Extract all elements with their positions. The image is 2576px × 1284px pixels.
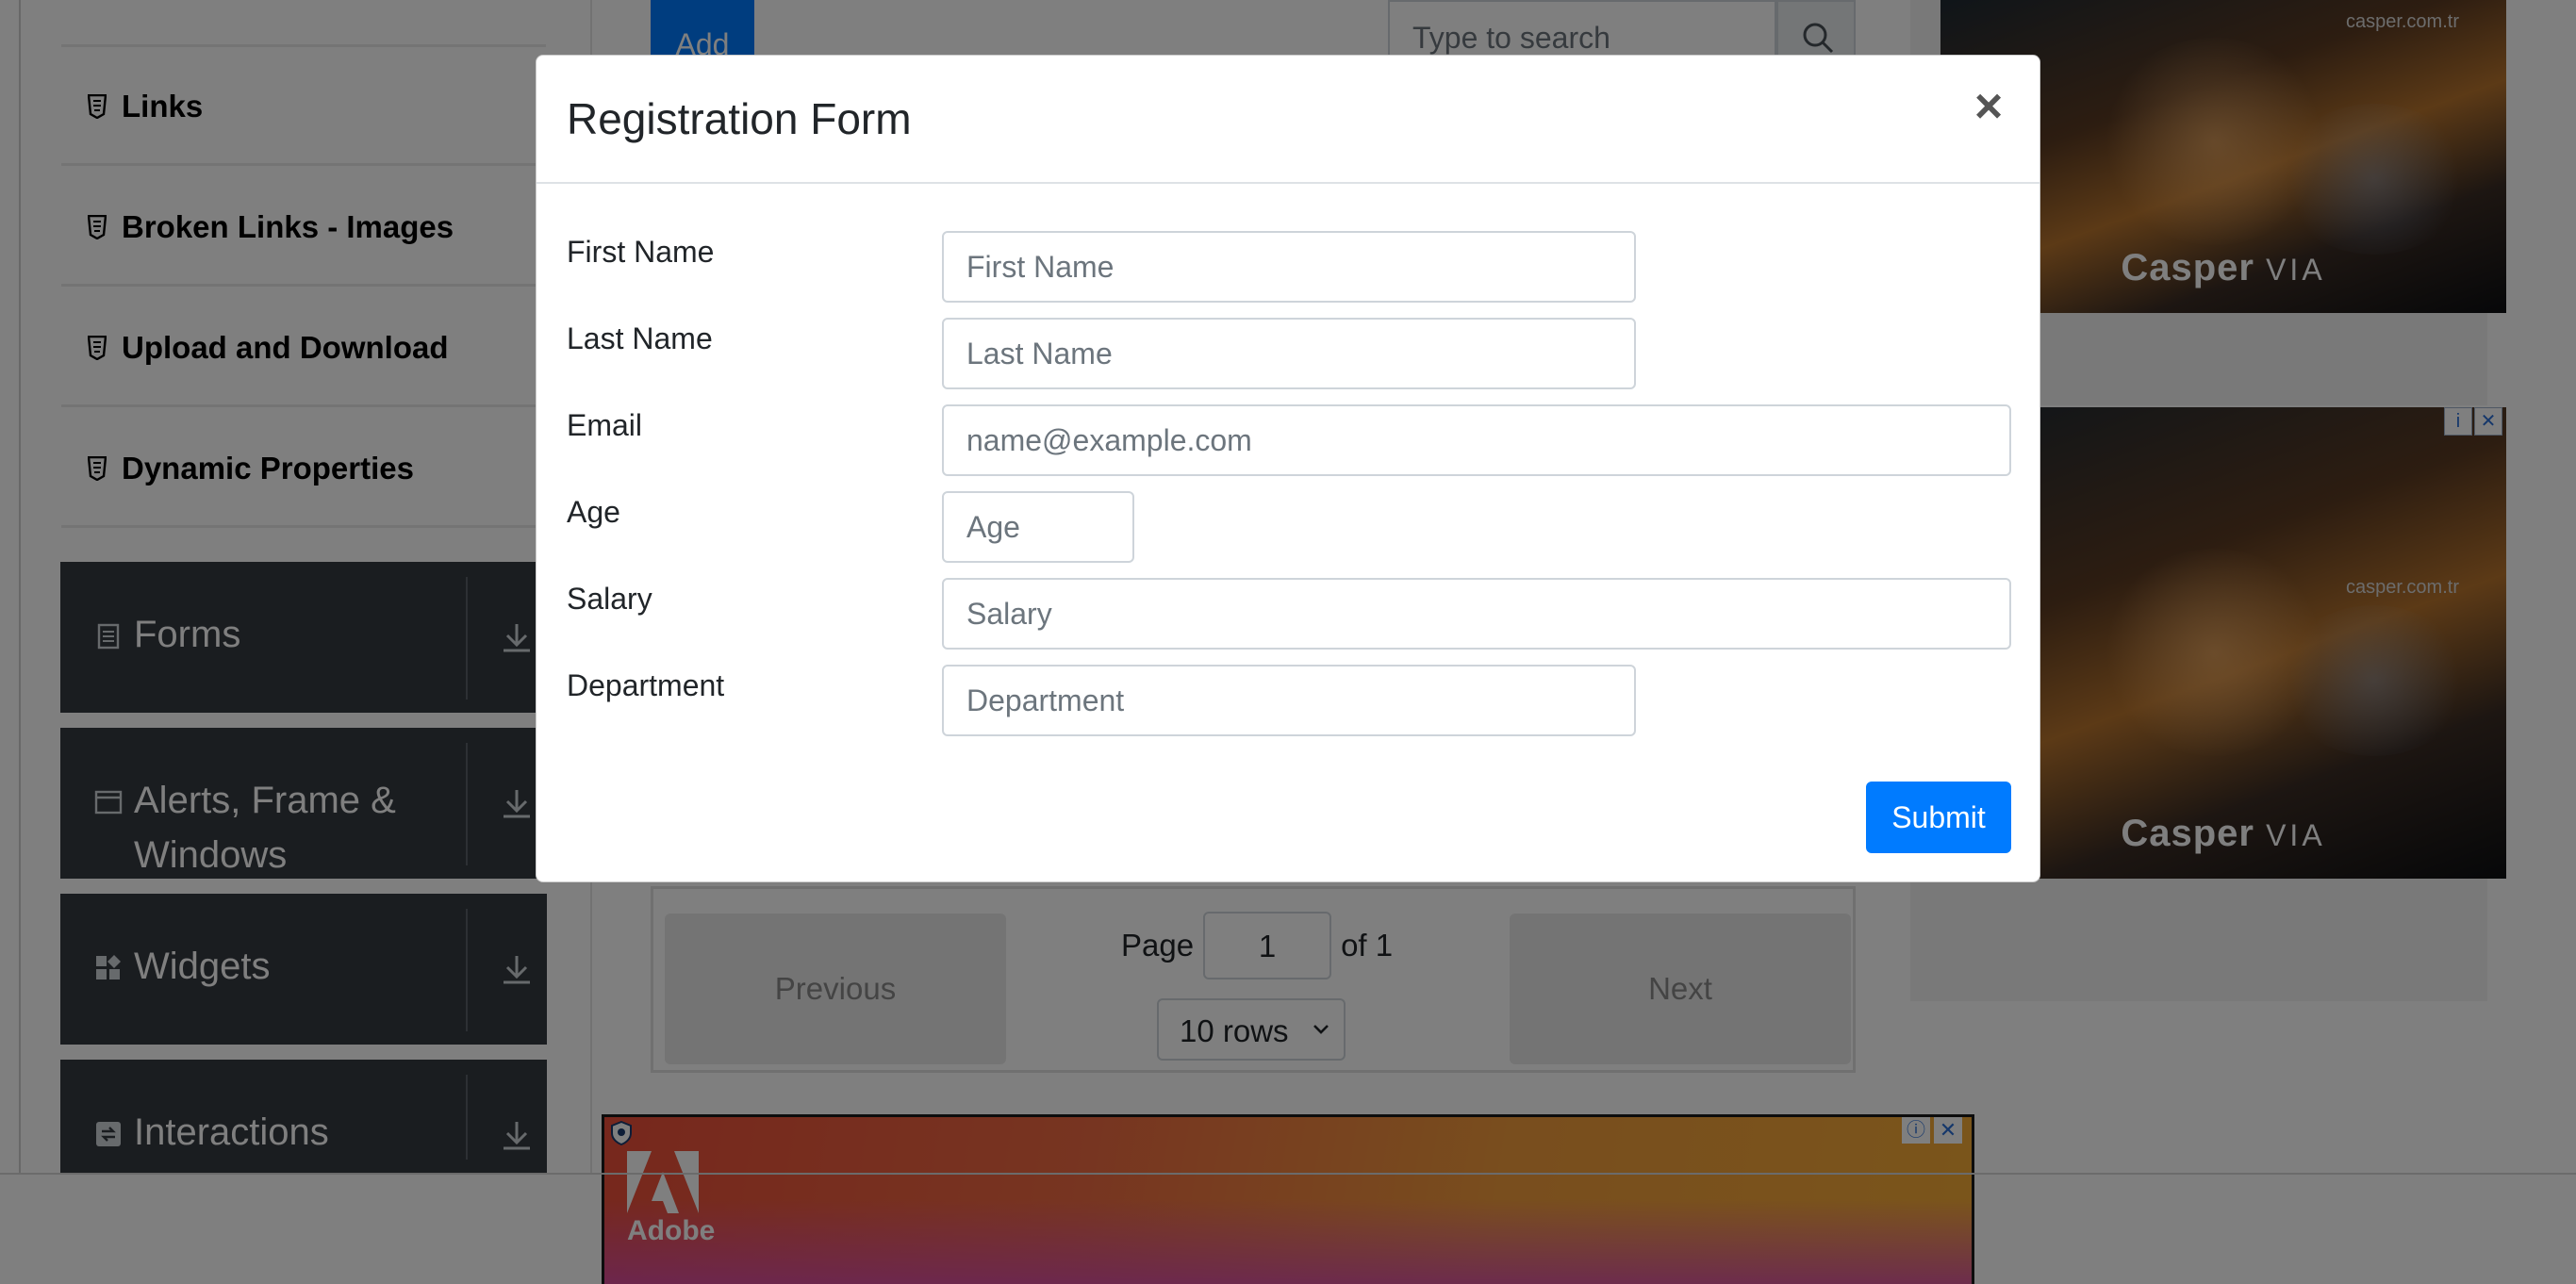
- registration-modal: Registration Form × First Name Last Name…: [536, 55, 2040, 882]
- email-input[interactable]: [942, 404, 2011, 476]
- last-name-label: Last Name: [567, 321, 713, 355]
- department-input[interactable]: [942, 665, 1636, 736]
- page: Links Broken Links - Images Upload and D…: [0, 0, 2576, 1284]
- submit-button[interactable]: Submit: [1866, 782, 2011, 853]
- first-name-input[interactable]: [942, 231, 1636, 303]
- department-label: Department: [567, 668, 725, 702]
- age-label: Age: [567, 495, 620, 529]
- salary-label: Salary: [567, 582, 652, 616]
- salary-input[interactable]: [942, 578, 2011, 650]
- modal-title: Registration Form: [567, 94, 912, 143]
- email-label: Email: [567, 408, 643, 442]
- first-name-label: First Name: [567, 235, 715, 269]
- modal-header: Registration Form ×: [537, 56, 2039, 184]
- last-name-input[interactable]: [942, 318, 1636, 389]
- age-input[interactable]: [942, 491, 1134, 563]
- close-icon[interactable]: ×: [1966, 82, 2011, 131]
